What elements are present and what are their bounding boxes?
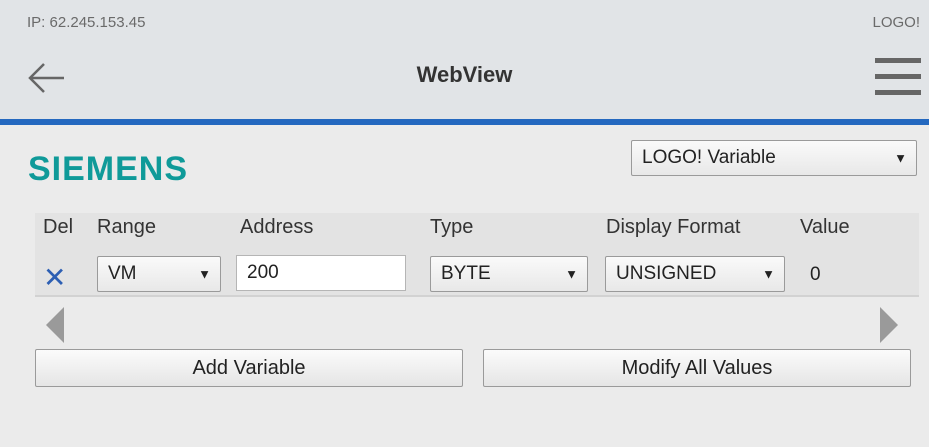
col-header-display-format: Display Format: [606, 216, 741, 238]
col-header-type: Type: [430, 216, 474, 238]
col-header-address: Address: [240, 216, 314, 238]
app-header: IP: 62.245.153.45 LOGO! WebView: [0, 0, 929, 119]
address-input[interactable]: 200: [236, 255, 406, 291]
dropdown-arrow-icon: ▼: [762, 266, 775, 282]
row-divider: [35, 295, 919, 297]
add-variable-button[interactable]: Add Variable: [35, 349, 463, 387]
scroll-right-icon[interactable]: [878, 305, 900, 345]
col-header-value: Value: [800, 216, 850, 238]
view-type-value: LOGO! Variable: [642, 147, 776, 168]
ip-address-text: IP: 62.245.153.45: [27, 14, 146, 31]
display-format-value: UNSIGNED: [616, 263, 717, 284]
scroll-left-icon[interactable]: [44, 305, 66, 345]
col-header-range: Range: [97, 216, 156, 238]
range-value: VM: [108, 263, 137, 284]
display-format-select[interactable]: UNSIGNED ▼: [605, 256, 785, 292]
delete-x-icon[interactable]: ✕: [43, 264, 67, 292]
value-cell: 0: [810, 264, 821, 285]
page-title: WebView: [416, 62, 513, 87]
view-type-select[interactable]: LOGO! Variable ▼: [631, 140, 917, 176]
type-select[interactable]: BYTE ▼: [430, 256, 588, 292]
type-value: BYTE: [441, 263, 491, 284]
dropdown-arrow-icon: ▼: [894, 150, 907, 166]
col-header-del: Del: [43, 216, 74, 238]
dropdown-arrow-icon: ▼: [565, 266, 578, 282]
siemens-logo: SIEMENS: [28, 150, 189, 188]
modify-all-values-button[interactable]: Modify All Values: [483, 349, 911, 387]
range-select[interactable]: VM ▼: [97, 256, 221, 292]
dropdown-arrow-icon: ▼: [198, 266, 211, 282]
device-tag: LOGO!: [872, 14, 920, 31]
hamburger-menu-icon[interactable]: [875, 58, 921, 96]
